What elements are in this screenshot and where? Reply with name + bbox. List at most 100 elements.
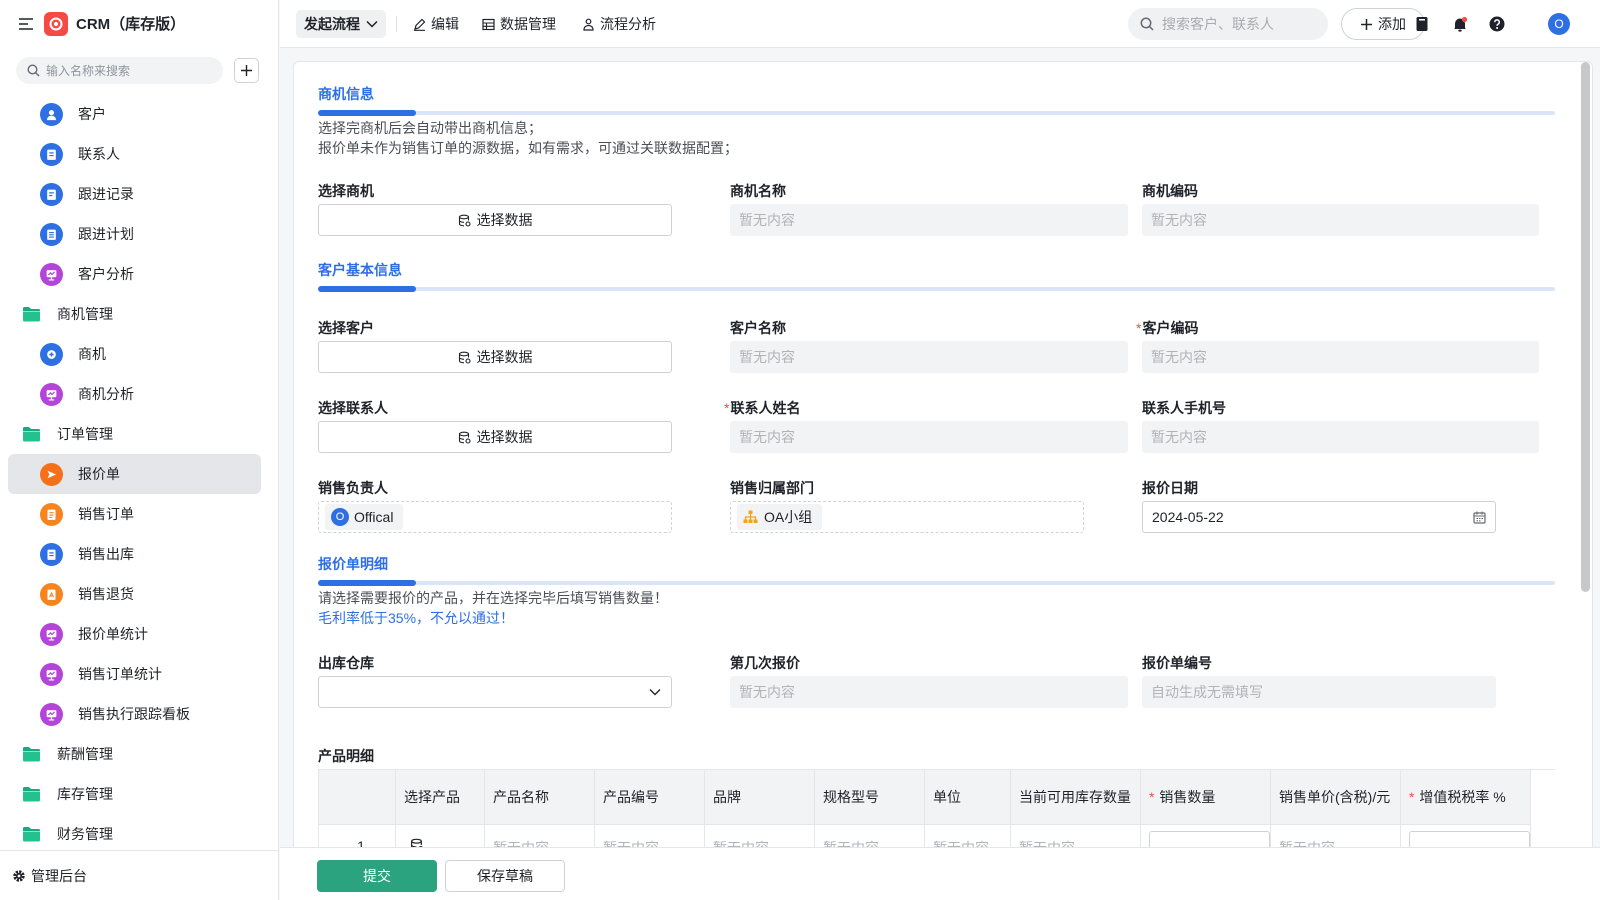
- analysis-icon: [40, 382, 63, 406]
- sidebar-item[interactable]: 销售退货: [0, 574, 278, 614]
- warehouse-select[interactable]: [318, 676, 672, 708]
- sales-owner-field[interactable]: O Offical: [318, 501, 672, 533]
- data-manage-label: 数据管理: [500, 16, 556, 32]
- edit-icon: [414, 18, 426, 31]
- edit-label: 编辑: [431, 16, 459, 32]
- sidebar-item[interactable]: 商机: [0, 334, 278, 374]
- menu-toggle-icon[interactable]: [18, 17, 34, 31]
- customer-icon: [40, 102, 63, 126]
- select-customer-button[interactable]: 选择数据: [318, 341, 672, 373]
- analysis-icon: [40, 662, 63, 686]
- sidebar-add-button[interactable]: [234, 58, 259, 83]
- empty-placeholder: 暂无内容: [1151, 349, 1207, 365]
- data-manage-button[interactable]: 数据管理: [482, 12, 556, 36]
- empty-placeholder: 暂无内容: [1151, 429, 1207, 445]
- table-header-cell: 销售单价(含税)/元: [1271, 770, 1401, 824]
- help-icon[interactable]: [1488, 15, 1506, 33]
- empty-placeholder: 暂无内容: [739, 349, 795, 365]
- table-header-cell: 品牌: [705, 770, 815, 824]
- column-label: 产品编号: [603, 789, 659, 805]
- database-icon: [458, 214, 471, 227]
- flow-analysis-button[interactable]: 流程分析: [582, 12, 656, 36]
- toolbar-divider: [396, 16, 397, 32]
- sales-dept-name: OA小组: [764, 509, 813, 525]
- opportunity-code-label: 商机编码: [1142, 183, 1198, 199]
- database-icon: [458, 431, 471, 444]
- user-avatar[interactable]: O: [1548, 13, 1570, 35]
- required-mark: *: [724, 400, 730, 416]
- sales-owner-name: Offical: [354, 509, 394, 525]
- submit-button[interactable]: 提交: [317, 860, 437, 892]
- section-divider: [318, 110, 1555, 116]
- book-icon[interactable]: [1413, 15, 1431, 33]
- required-mark: *: [1136, 320, 1142, 336]
- column-label: 单位: [933, 789, 961, 805]
- sidebar-item-label: 商机: [78, 346, 106, 362]
- sidebar-item-label: 跟进记录: [78, 186, 134, 202]
- sidebar-search-input[interactable]: 输入名称来搜索: [16, 57, 223, 84]
- table-header-cell: [319, 770, 396, 824]
- quote-form: 商机信息 选择完商机后会自动带出商机信息； 报价单未作为销售订单的源数据，如有需…: [293, 61, 1593, 900]
- contact-name-field: 暂无内容: [730, 421, 1128, 453]
- record-icon: [40, 182, 63, 206]
- select-contact-label: 选择联系人: [318, 400, 388, 416]
- sidebar-item[interactable]: 跟进计划: [0, 214, 278, 254]
- sidebar-item[interactable]: 客户分析: [0, 254, 278, 294]
- sales-dept-field[interactable]: OA小组: [730, 501, 1084, 533]
- contact-name-text: 联系人姓名: [730, 400, 801, 416]
- sidebar-item[interactable]: 销售订单: [0, 494, 278, 534]
- sidebar-item[interactable]: 客户: [0, 94, 278, 134]
- product-detail-label: 产品明细: [318, 748, 374, 764]
- sidebar-item-label: 客户: [78, 106, 106, 122]
- admin-backend-link[interactable]: 管理后台: [0, 850, 278, 900]
- column-label: 选择产品: [404, 789, 460, 805]
- sidebar-item-label: 销售执行跟踪看板: [78, 706, 190, 722]
- sidebar-item[interactable]: 商机管理: [0, 294, 278, 334]
- sidebar-item-label: 跟进计划: [78, 226, 134, 242]
- sidebar-item[interactable]: 销售执行跟踪看板: [0, 694, 278, 734]
- sidebar-item[interactable]: 销售订单统计: [0, 654, 278, 694]
- topbar: 发起流程 编辑 数据管理 流程分析 搜索客户、联系人 添加 O: [280, 0, 1600, 48]
- sidebar-item[interactable]: 联系人: [0, 134, 278, 174]
- sidebar-item[interactable]: 报价单: [8, 454, 261, 494]
- sidebar-item[interactable]: 报价单统计: [0, 614, 278, 654]
- section-title-opportunity: 商机信息: [318, 86, 374, 102]
- order-icon: [40, 502, 63, 526]
- sidebar-nav: 客户 联系人 跟进记录 跟进计划 客户分析 商机管理 商机 商机分析 订单管理 报价单 销售订单 销售…: [0, 94, 278, 854]
- return-icon: [40, 582, 63, 606]
- select-opportunity-button[interactable]: 选择数据: [318, 204, 672, 236]
- sidebar-item[interactable]: 库存管理: [0, 774, 278, 814]
- select-contact-button[interactable]: 选择数据: [318, 421, 672, 453]
- quote-date-label: 报价日期: [1142, 480, 1198, 496]
- sidebar-item-label: 销售订单统计: [78, 666, 162, 682]
- sidebar-item-label: 报价单: [78, 466, 120, 482]
- sidebar-item[interactable]: 商机分析: [0, 374, 278, 414]
- sidebar-item[interactable]: 财务管理: [0, 814, 278, 854]
- sidebar-item[interactable]: 销售出库: [0, 534, 278, 574]
- quote-no-field: 自动生成无需填写: [1142, 676, 1496, 708]
- chevron-down-icon: [649, 689, 661, 696]
- customer-code-text: 客户编码: [1142, 320, 1199, 336]
- edit-button[interactable]: 编辑: [413, 12, 459, 36]
- warehouse-label: 出库仓库: [318, 655, 374, 671]
- save-draft-button[interactable]: 保存草稿: [445, 860, 565, 892]
- empty-placeholder: 暂无内容: [739, 429, 795, 445]
- quote-date-input[interactable]: 2024-05-22: [1142, 501, 1496, 533]
- sidebar-search-placeholder: 输入名称来搜索: [46, 64, 131, 78]
- sidebar-item[interactable]: 跟进记录: [0, 174, 278, 214]
- nth-quote-field: 暂无内容: [730, 676, 1128, 708]
- form-footer: 提交 保存草稿: [280, 847, 1600, 900]
- form-scrollbar[interactable]: [1581, 62, 1590, 592]
- opportunity-name-field: 暂无内容: [730, 204, 1128, 236]
- select-opportunity-label: 选择商机: [318, 183, 374, 199]
- global-search-input[interactable]: 搜索客户、联系人: [1128, 8, 1328, 40]
- column-label: 销售单价(含税)/元: [1279, 789, 1391, 805]
- sidebar-item-label: 财务管理: [57, 826, 113, 842]
- sidebar-item[interactable]: 订单管理: [0, 414, 278, 454]
- table-header-cell: 选择产品: [396, 770, 485, 824]
- sidebar-item[interactable]: 薪酬管理: [0, 734, 278, 774]
- opportunity-icon: [40, 342, 63, 366]
- notification-bell-icon[interactable]: [1451, 15, 1469, 33]
- org-chart-icon: [743, 510, 758, 523]
- start-flow-button[interactable]: 发起流程: [296, 10, 386, 38]
